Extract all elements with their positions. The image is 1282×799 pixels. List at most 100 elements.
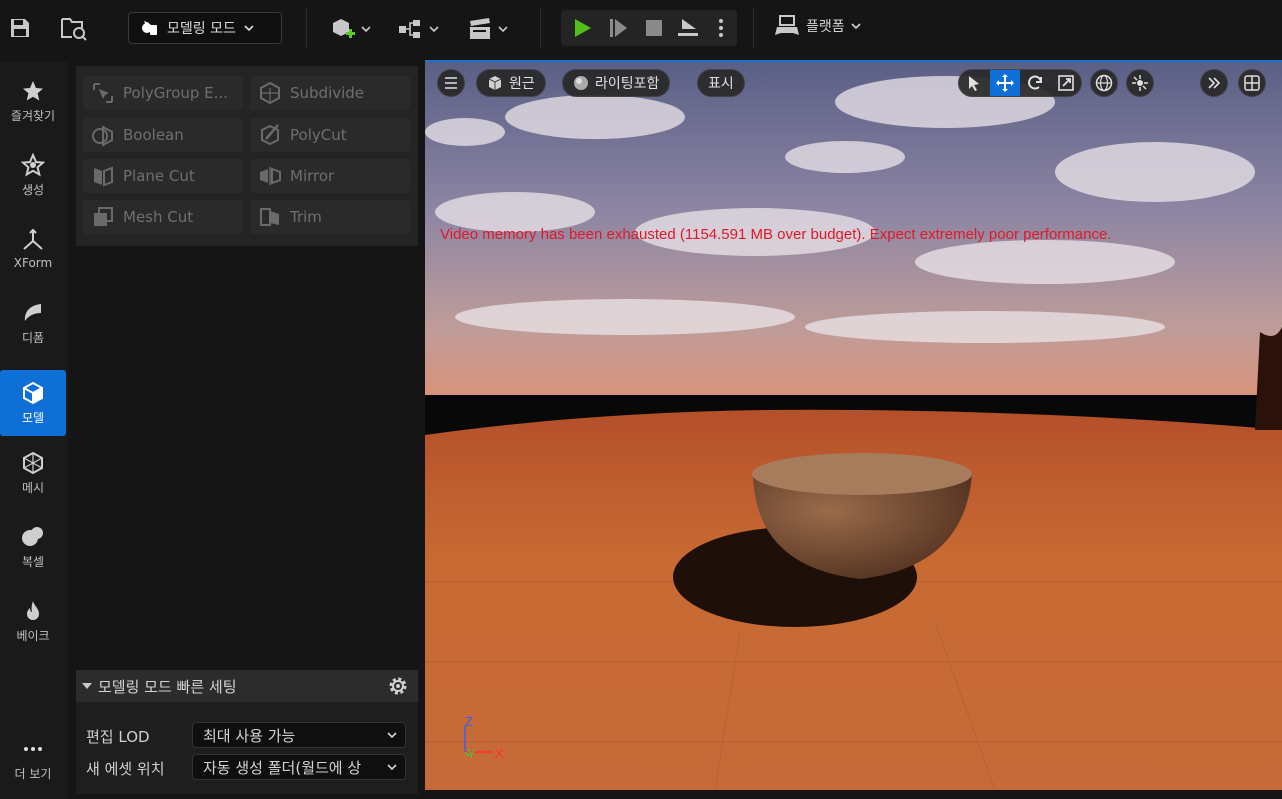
more-options-button[interactable] <box>711 14 731 42</box>
rotate-tool-button[interactable] <box>1020 70 1051 96</box>
content-browser-icon <box>61 18 87 41</box>
tool-trim[interactable]: Trim <box>250 200 410 234</box>
select-icon <box>969 76 980 91</box>
tool-label: Boolean <box>123 126 184 144</box>
level-viewport[interactable]: 원근 라이팅포함 표시 Video memory has been exhaus… <box>425 62 1282 790</box>
tool-polygroup-edit[interactable]: PolyGroup E... <box>83 76 243 110</box>
eject-button[interactable] <box>673 14 703 42</box>
world-local-toggle[interactable] <box>1090 69 1118 97</box>
select-tool-button[interactable] <box>959 70 990 96</box>
bake-icon <box>27 600 39 620</box>
play-button[interactable] <box>567 14 597 42</box>
rail-item-label: 디폼 <box>21 330 45 345</box>
perspective-button[interactable]: 원근 <box>476 69 546 97</box>
blueprint-icon <box>399 20 420 38</box>
modeling-mode-dropdown[interactable]: 모델링 모드 <box>128 12 282 44</box>
mesh-icon <box>23 451 43 474</box>
skip-forward-button[interactable] <box>603 14 633 42</box>
stop-icon <box>646 20 662 36</box>
star-icon <box>23 80 43 100</box>
perspective-label: 원근 <box>509 76 535 92</box>
polygroup-edit-icon <box>93 83 113 103</box>
rail-item-label: 모델 <box>21 410 45 425</box>
quick-settings-header[interactable]: 모델링 모드 빠른 세팅 <box>76 670 418 702</box>
deform-icon <box>24 303 41 321</box>
eject-icon <box>678 19 698 36</box>
blueprint-button[interactable] <box>394 14 442 44</box>
tool-label: PolyGroup E... <box>123 84 228 102</box>
tool-label: Trim <box>290 208 322 226</box>
rail-item-more[interactable]: 더 보기 <box>0 726 66 792</box>
tool-mirror[interactable]: Mirror <box>250 159 410 193</box>
axis-x-label: X <box>495 746 504 761</box>
scale-icon <box>1057 75 1074 91</box>
cube-icon <box>488 76 502 90</box>
rail-item-mesh[interactable]: 메시 <box>0 440 66 506</box>
mode-category-rail: 즐겨찾기 생성 XForm 디폼 모델 메시 복셀 베이크 더 보기 <box>0 62 68 799</box>
tool-label: Mirror <box>290 167 335 185</box>
layout-grid-icon <box>1244 75 1260 91</box>
polycut-icon <box>261 124 279 146</box>
rail-item-deform[interactable]: 디폼 <box>0 290 66 356</box>
rail-item-model[interactable]: 모델 <box>0 370 66 436</box>
platform-dropdown[interactable]: 플랫폼 <box>774 14 861 38</box>
boolean-icon <box>92 125 113 147</box>
toolbar-separator <box>753 8 754 48</box>
platform-label: 플랫폼 <box>806 19 845 35</box>
rail-item-favorites[interactable]: 즐겨찾기 <box>0 68 66 134</box>
stop-button[interactable] <box>639 14 669 42</box>
chevron-down-icon <box>387 732 397 739</box>
model-icon <box>23 381 43 404</box>
globe-icon <box>1095 74 1113 92</box>
new-asset-location-value: 자동 생성 폴더(월드에 상 <box>203 758 362 777</box>
subdivide-icon <box>260 81 280 105</box>
toolbar-separator <box>306 8 307 48</box>
rail-item-voxel[interactable]: 복셀 <box>0 514 66 580</box>
mirror-icon <box>260 167 281 185</box>
gear-icon[interactable] <box>386 674 410 698</box>
quick-settings-body: 편집 LOD 최대 사용 가능 새 에셋 위치 자동 생성 폴더(월드에 상 <box>76 702 418 794</box>
rotate-icon <box>1028 75 1043 90</box>
edit-lod-select[interactable]: 최대 사용 가능 <box>192 722 406 748</box>
new-asset-location-select[interactable]: 자동 생성 폴더(월드에 상 <box>192 754 406 780</box>
transform-tools <box>958 69 1082 97</box>
edit-lod-value: 최대 사용 가능 <box>203 726 296 745</box>
rail-item-bake[interactable]: 베이크 <box>0 588 66 654</box>
rail-item-xform[interactable]: XForm <box>0 216 66 282</box>
rail-item-label: 복셀 <box>21 554 45 569</box>
content-browser-button[interactable] <box>58 14 90 44</box>
expand-toolbar-button[interactable] <box>1200 69 1228 97</box>
ellipsis-icon <box>24 746 42 751</box>
viewport-menu-button[interactable] <box>437 69 465 97</box>
chevron-down-icon <box>387 764 397 771</box>
mode-label: 모델링 모드 <box>167 21 236 37</box>
rail-item-label: 베이크 <box>16 628 50 643</box>
chevrons-right-icon <box>1208 77 1221 89</box>
tool-plane-cut[interactable]: Plane Cut <box>83 159 243 193</box>
tool-mesh-cut[interactable]: Mesh Cut <box>83 200 243 234</box>
surface-snap-button[interactable] <box>1126 69 1154 97</box>
cinematics-button[interactable] <box>464 14 512 44</box>
tool-boolean[interactable]: Boolean <box>83 118 243 152</box>
rail-item-create[interactable]: 생성 <box>0 142 66 208</box>
chevron-down-icon <box>361 26 371 33</box>
chevron-down-icon <box>498 26 508 33</box>
trim-icon <box>260 208 279 226</box>
translate-icon <box>995 74 1014 92</box>
scale-tool-button[interactable] <box>1051 70 1082 96</box>
tool-label: Subdivide <box>290 84 365 102</box>
tool-label: Plane Cut <box>123 167 195 185</box>
clapperboard-icon <box>470 18 490 39</box>
surface-snap-icon <box>1132 75 1148 91</box>
viewport-layout-button[interactable] <box>1238 69 1266 97</box>
translate-tool-button[interactable] <box>989 70 1020 96</box>
show-button[interactable]: 표시 <box>697 69 745 97</box>
tool-polycut[interactable]: PolyCut <box>250 118 410 152</box>
create-icon <box>21 152 45 177</box>
tool-subdivide[interactable]: Subdivide <box>250 76 410 110</box>
play-icon <box>575 19 591 37</box>
axis-z-label: Z <box>465 714 473 729</box>
add-actor-button[interactable] <box>326 14 374 44</box>
lighting-mode-button[interactable]: 라이팅포함 <box>562 69 671 97</box>
save-button[interactable] <box>6 14 34 42</box>
